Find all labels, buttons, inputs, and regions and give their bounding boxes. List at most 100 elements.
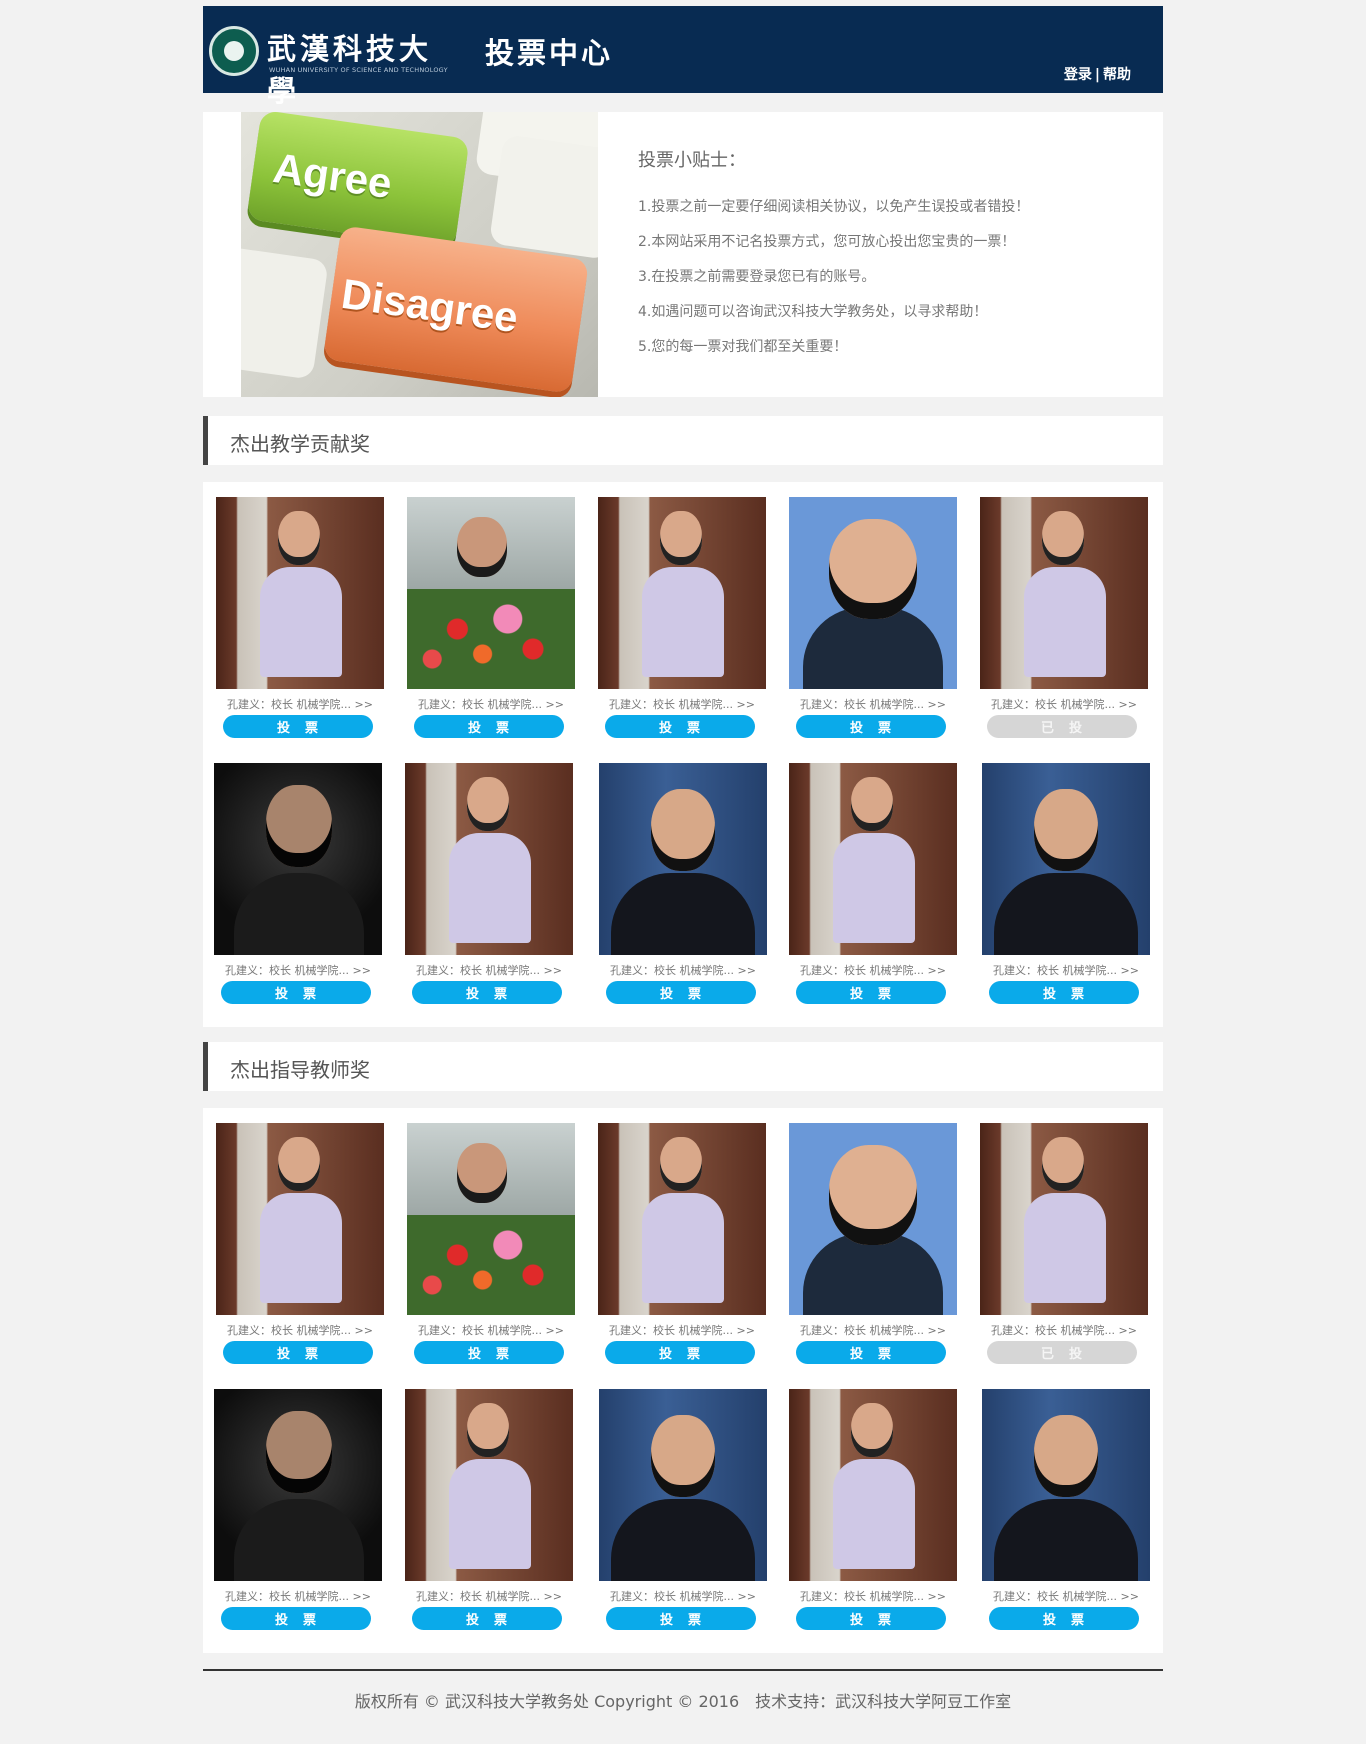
- candidate-photo[interactable]: [789, 1389, 957, 1581]
- candidate-caption[interactable]: 孔建义：校长 机械学院... >>: [405, 962, 573, 978]
- vote-button[interactable]: 投 票: [605, 1341, 755, 1364]
- tip-item: 1.投票之前一定要仔细阅读相关协议，以免产生误投或者错投！: [638, 199, 1030, 215]
- candidate-photo[interactable]: [598, 1123, 766, 1315]
- candidate-caption[interactable]: 孔建义：校长 机械学院... >>: [407, 696, 575, 712]
- vote-button[interactable]: 投 票: [606, 981, 756, 1004]
- section-title: 杰出指导教师奖: [230, 1058, 370, 1082]
- candidate-photo[interactable]: [789, 1123, 957, 1315]
- help-link[interactable]: 帮助: [1103, 67, 1131, 83]
- candidate-caption[interactable]: 孔建义：校长 机械学院... >>: [598, 1322, 766, 1338]
- candidate-photo[interactable]: [405, 1389, 573, 1581]
- candidate-card: 孔建义：校长 机械学院... >> 投 票: [598, 497, 766, 738]
- banner: Agree Disagree 投票小贴士： 1.投票之前一定要仔细阅读相关协议，…: [203, 112, 1163, 397]
- vote-button[interactable]: 投 票: [605, 715, 755, 738]
- agree-disagree-keyboard-image: Agree Disagree: [241, 112, 598, 397]
- candidate-caption[interactable]: 孔建义：校长 机械学院... >>: [982, 1588, 1150, 1604]
- top-links: 登录 | 帮助: [1064, 64, 1131, 84]
- candidate-caption[interactable]: 孔建义：校长 机械学院... >>: [405, 1588, 573, 1604]
- candidate-photo[interactable]: [214, 1389, 382, 1581]
- candidate-caption[interactable]: 孔建义：校长 机械学院... >>: [789, 1322, 957, 1338]
- candidate-caption[interactable]: 孔建义：校长 机械学院... >>: [599, 962, 767, 978]
- candidate-card: 孔建义：校长 机械学院... >> 投 票: [407, 497, 575, 738]
- vote-button[interactable]: 投 票: [221, 981, 371, 1004]
- candidate-grid-teaching-award: 孔建义：校长 机械学院... >> 投 票 孔建义：校长 机械学院... >> …: [203, 482, 1163, 1027]
- login-link[interactable]: 登录: [1064, 67, 1092, 83]
- candidate-caption[interactable]: 孔建义：校长 机械学院... >>: [980, 696, 1148, 712]
- university-logo[interactable]: 武漢科技大學 WUHAN UNIVERSITY OF SCIENCE AND T…: [209, 26, 463, 108]
- candidate-caption[interactable]: 孔建义：校长 机械学院... >>: [789, 962, 957, 978]
- logo-english-name: WUHAN UNIVERSITY OF SCIENCE AND TECHNOLO…: [269, 66, 448, 74]
- candidate-card: 孔建义：校长 机械学院... >> 投 票: [789, 1123, 957, 1364]
- candidate-card: 孔建义：校长 机械学院... >> 投 票: [214, 763, 382, 1004]
- vote-button[interactable]: 投 票: [796, 1607, 946, 1630]
- candidate-photo[interactable]: [599, 1389, 767, 1581]
- candidate-photo[interactable]: [980, 1123, 1148, 1315]
- candidate-photo[interactable]: [405, 763, 573, 955]
- candidate-photo[interactable]: [598, 497, 766, 689]
- vote-button[interactable]: 投 票: [796, 1341, 946, 1364]
- vote-button[interactable]: 投 票: [414, 715, 564, 738]
- candidate-card: 孔建义：校长 机械学院... >> 投 票: [982, 763, 1150, 1004]
- candidate-card: 孔建义：校长 机械学院... >> 已 投: [980, 1123, 1148, 1364]
- site-title: 投票中心: [485, 36, 614, 70]
- keyboard-key: [241, 244, 329, 380]
- section-header-supervisor-award: 杰出指导教师奖: [203, 1042, 1163, 1091]
- candidate-caption[interactable]: 孔建义：校长 机械学院... >>: [789, 1588, 957, 1604]
- footer-divider: [203, 1669, 1163, 1671]
- candidate-card: 孔建义：校长 机械学院... >> 投 票: [599, 763, 767, 1004]
- candidate-card: 孔建义：校长 机械学院... >> 投 票: [214, 1389, 382, 1630]
- vote-button[interactable]: 投 票: [606, 1607, 756, 1630]
- candidate-photo[interactable]: [599, 763, 767, 955]
- vote-button[interactable]: 投 票: [223, 715, 373, 738]
- candidate-photo[interactable]: [980, 497, 1148, 689]
- candidate-photo[interactable]: [214, 763, 382, 955]
- candidate-caption[interactable]: 孔建义：校长 机械学院... >>: [216, 696, 384, 712]
- candidate-photo[interactable]: [216, 497, 384, 689]
- candidate-grid-supervisor-award: 孔建义：校长 机械学院... >> 投 票 孔建义：校长 机械学院... >> …: [203, 1108, 1163, 1653]
- tip-item: 4.如遇问题可以咨询武汉科技大学教务处，以寻求帮助！: [638, 304, 988, 320]
- candidate-caption[interactable]: 孔建义：校长 机械学院... >>: [214, 962, 382, 978]
- section-title: 杰出教学贡献奖: [230, 432, 370, 456]
- candidate-photo[interactable]: [982, 1389, 1150, 1581]
- candidate-card: 孔建义：校长 机械学院... >> 投 票: [216, 497, 384, 738]
- tip-item: 3.在投票之前需要登录您已有的账号。: [638, 269, 876, 285]
- link-separator: |: [1094, 67, 1100, 83]
- vote-button[interactable]: 投 票: [796, 981, 946, 1004]
- candidate-caption[interactable]: 孔建义：校长 机械学院... >>: [980, 1322, 1148, 1338]
- tip-item: 2.本网站采用不记名投票方式，您可放心投出您宝贵的一票！: [638, 234, 1016, 250]
- keyboard-key: [488, 134, 598, 260]
- candidate-caption[interactable]: 孔建义：校长 机械学院... >>: [407, 1322, 575, 1338]
- candidate-photo[interactable]: [789, 497, 957, 689]
- vote-button[interactable]: 投 票: [412, 1607, 562, 1630]
- site-header: 武漢科技大學 WUHAN UNIVERSITY OF SCIENCE AND T…: [203, 6, 1163, 108]
- candidate-caption[interactable]: 孔建义：校长 机械学院... >>: [599, 1588, 767, 1604]
- tip-item: 5.您的每一票对我们都至关重要！: [638, 339, 848, 355]
- candidate-photo[interactable]: [789, 763, 957, 955]
- vote-button[interactable]: 投 票: [989, 1607, 1139, 1630]
- candidate-photo[interactable]: [407, 497, 575, 689]
- candidate-card: 孔建义：校长 机械学院... >> 投 票: [789, 1389, 957, 1630]
- university-emblem-icon: [209, 26, 259, 76]
- candidate-caption[interactable]: 孔建义：校长 机械学院... >>: [214, 1588, 382, 1604]
- tips-title: 投票小贴士：: [638, 150, 746, 171]
- candidate-caption[interactable]: 孔建义：校长 机械学院... >>: [982, 962, 1150, 978]
- vote-button[interactable]: 投 票: [796, 715, 946, 738]
- candidate-photo[interactable]: [407, 1123, 575, 1315]
- voted-button: 已 投: [987, 715, 1137, 738]
- candidate-photo[interactable]: [216, 1123, 384, 1315]
- vote-button[interactable]: 投 票: [223, 1341, 373, 1364]
- candidate-caption[interactable]: 孔建义：校长 机械学院... >>: [789, 696, 957, 712]
- candidate-card: 孔建义：校长 机械学院... >> 投 票: [216, 1123, 384, 1364]
- candidate-caption[interactable]: 孔建义：校长 机械学院... >>: [216, 1322, 384, 1338]
- candidate-photo[interactable]: [982, 763, 1150, 955]
- vote-button[interactable]: 投 票: [989, 981, 1139, 1004]
- candidate-card: 孔建义：校长 机械学院... >> 投 票: [598, 1123, 766, 1364]
- candidate-card: 孔建义：校长 机械学院... >> 投 票: [407, 1123, 575, 1364]
- vote-button[interactable]: 投 票: [414, 1341, 564, 1364]
- vote-button[interactable]: 投 票: [221, 1607, 371, 1630]
- vote-button[interactable]: 投 票: [412, 981, 562, 1004]
- candidate-caption[interactable]: 孔建义：校长 机械学院... >>: [598, 696, 766, 712]
- section-header-teaching-award: 杰出教学贡献奖: [203, 416, 1163, 465]
- candidate-card: 孔建义：校长 机械学院... >> 已 投: [980, 497, 1148, 738]
- voting-tips: 投票小贴士： 1.投票之前一定要仔细阅读相关协议，以免产生误投或者错投！ 2.本…: [638, 146, 1029, 365]
